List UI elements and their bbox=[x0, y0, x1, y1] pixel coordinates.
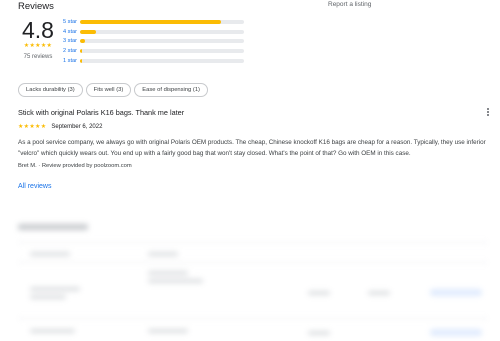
histogram-fill bbox=[80, 39, 85, 44]
histogram-row-4[interactable]: 4 star bbox=[63, 27, 253, 37]
review-stars: ★★★★★ bbox=[18, 124, 47, 130]
histogram-fill bbox=[80, 49, 83, 54]
blurred-row bbox=[18, 262, 488, 299]
histogram-track bbox=[80, 49, 244, 54]
review-author: Bret M. · Review provided by poolzoom.co… bbox=[18, 163, 132, 169]
histogram-row-5[interactable]: 5 star bbox=[63, 17, 253, 27]
histogram-row-1[interactable]: 1 star bbox=[63, 56, 253, 66]
histogram-label[interactable]: 1 star bbox=[63, 58, 80, 64]
reviews-title: Reviews bbox=[18, 1, 54, 12]
histogram-fill bbox=[80, 19, 222, 24]
review-meta: ★★★★★ September 6, 2022 bbox=[18, 123, 103, 131]
blurred-heading bbox=[18, 224, 88, 230]
review-date: September 6, 2022 bbox=[51, 123, 103, 130]
report-listing-link[interactable]: Report a listing bbox=[328, 1, 371, 8]
blurred-row bbox=[18, 318, 488, 336]
histogram-fill bbox=[80, 59, 83, 64]
histogram-row-3[interactable]: 3 star bbox=[63, 37, 253, 47]
histogram-track bbox=[80, 59, 244, 64]
blurred-section bbox=[0, 210, 500, 341]
histogram-fill bbox=[80, 29, 97, 34]
histogram-label[interactable]: 3 star bbox=[63, 38, 80, 44]
review-count: 75 reviews bbox=[23, 54, 53, 60]
histogram-label[interactable]: 4 star bbox=[63, 29, 80, 35]
histogram-track bbox=[80, 19, 244, 24]
chip-ease-of-dispensing[interactable]: Ease of dispensing (1) bbox=[134, 83, 208, 97]
histogram-track bbox=[80, 39, 244, 44]
chip-lacks-durability[interactable]: Lacks durability (3) bbox=[18, 83, 83, 97]
rating-histogram: 5 star 4 star 3 star 2 star 1 star bbox=[63, 17, 253, 66]
chip-fits-well[interactable]: Fits well (3) bbox=[85, 83, 132, 97]
histogram-label[interactable]: 2 star bbox=[63, 48, 80, 54]
rating-summary: 4.8 ★★★★★ 75 reviews bbox=[18, 18, 58, 60]
more-options-icon[interactable] bbox=[484, 106, 492, 118]
average-rating: 4.8 bbox=[22, 17, 54, 43]
all-reviews-link[interactable]: All reviews bbox=[18, 183, 51, 190]
review-topic-chips: Lacks durability (3) Fits well (3) Ease … bbox=[18, 83, 208, 97]
review-title: Stick with original Polaris K16 bags. Th… bbox=[18, 108, 185, 117]
histogram-row-2[interactable]: 2 star bbox=[63, 46, 253, 56]
blurred-row bbox=[18, 242, 488, 256]
review-body: As a pool service company, we always go … bbox=[18, 139, 486, 157]
histogram-label[interactable]: 5 star bbox=[63, 19, 80, 25]
histogram-track bbox=[80, 29, 244, 34]
average-stars: ★★★★★ bbox=[23, 43, 53, 49]
